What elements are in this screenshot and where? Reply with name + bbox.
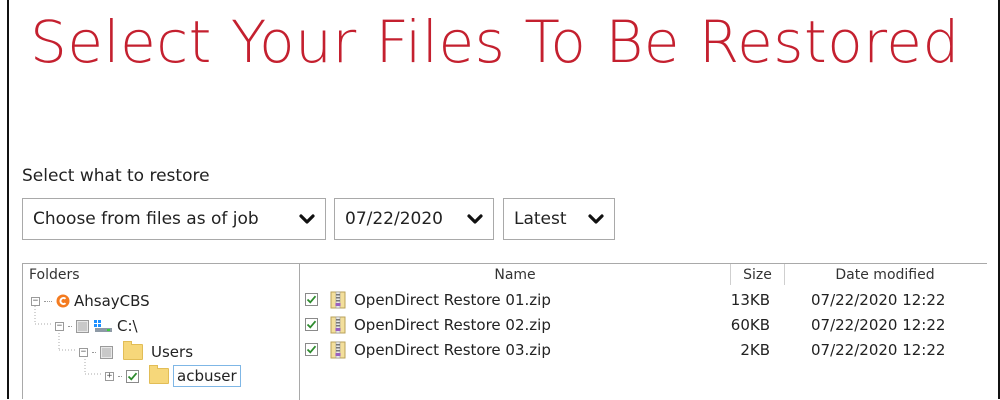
file-date-modified: 07/22/2020 12:22 <box>811 291 946 309</box>
checked-checkbox[interactable] <box>305 343 318 356</box>
zip-file-icon <box>330 316 346 338</box>
column-header-date-modified[interactable]: Date modified <box>785 264 985 285</box>
tree-node-ahsaycbs[interactable]: − AhsayCBS <box>31 289 150 313</box>
checked-checkbox[interactable] <box>305 318 318 331</box>
folder-icon <box>123 341 143 360</box>
file-date-modified: 07/22/2020 12:22 <box>811 341 946 359</box>
job-dropdown-label: Choose from files as of job <box>33 209 259 229</box>
file-name: OpenDirect Restore 03.zip <box>354 341 551 359</box>
files-header-row: Name Size Date modified <box>300 264 988 285</box>
tree-node-label: AhsayCBS <box>74 292 150 310</box>
partial-checkbox[interactable] <box>76 319 89 333</box>
job-dropdown[interactable]: Choose from files as of job <box>22 198 326 240</box>
tree-connector <box>118 375 122 377</box>
chevron-down-icon <box>588 213 604 225</box>
column-header-size[interactable]: Size <box>731 264 785 285</box>
tree-connector <box>44 300 52 302</box>
file-size: 60KB <box>730 316 770 334</box>
date-dropdown[interactable]: 07/22/2020 <box>334 198 494 240</box>
partial-checkbox[interactable] <box>100 345 113 359</box>
page-title: Select Your Files To Be Restored <box>30 8 960 76</box>
expand-toggle-icon[interactable]: + <box>105 371 114 381</box>
collapse-toggle-icon[interactable]: − <box>79 347 88 357</box>
chevron-down-icon <box>299 213 315 225</box>
file-size: 2KB <box>740 341 770 359</box>
zip-file-icon <box>330 341 346 363</box>
tree-node-label-selected: acbuser <box>173 365 241 387</box>
collapse-toggle-icon[interactable]: − <box>55 321 64 331</box>
folders-pane: Folders − AhsayCBS − C:\ − Users + acbus… <box>23 264 300 400</box>
file-date-modified: 07/22/2020 12:22 <box>811 316 946 334</box>
date-dropdown-label: 07/22/2020 <box>345 209 443 229</box>
chevron-down-icon <box>467 213 483 225</box>
restore-subtitle: Select what to restore <box>22 166 210 186</box>
file-row[interactable]: OpenDirect Restore 03.zip 2KB 07/22/2020… <box>300 338 988 362</box>
ahsay-logo-icon <box>56 294 70 308</box>
file-name: OpenDirect Restore 01.zip <box>354 291 551 309</box>
column-header-name[interactable]: Name <box>300 264 731 285</box>
tree-node-acbuser[interactable]: + acbuser <box>105 364 241 388</box>
tree-node-c-drive[interactable]: − C:\ <box>55 314 138 338</box>
file-row[interactable]: OpenDirect Restore 02.zip 60KB 07/22/202… <box>300 313 988 337</box>
files-pane: Name Size Date modified OpenDirect Resto… <box>300 264 988 400</box>
file-browser: Folders − AhsayCBS − C:\ − Users + acbus… <box>22 263 988 400</box>
tree-node-label: Users <box>151 343 194 361</box>
collapse-toggle-icon[interactable]: − <box>31 296 40 306</box>
tree-connector <box>68 325 72 327</box>
checked-checkbox[interactable] <box>305 293 318 306</box>
tree-node-label: C:\ <box>117 317 138 335</box>
version-dropdown-label: Latest <box>514 209 567 229</box>
file-name: OpenDirect Restore 02.zip <box>354 316 551 334</box>
folder-icon <box>149 365 169 384</box>
zip-file-icon <box>330 291 346 313</box>
tree-connector <box>92 351 96 353</box>
file-row[interactable]: OpenDirect Restore 01.zip 13KB 07/22/202… <box>300 288 988 312</box>
tree-node-users[interactable]: − Users <box>79 340 193 364</box>
version-dropdown[interactable]: Latest <box>503 198 615 240</box>
drive-icon <box>93 319 113 333</box>
checked-checkbox[interactable] <box>126 369 139 383</box>
file-size: 13KB <box>730 291 770 309</box>
